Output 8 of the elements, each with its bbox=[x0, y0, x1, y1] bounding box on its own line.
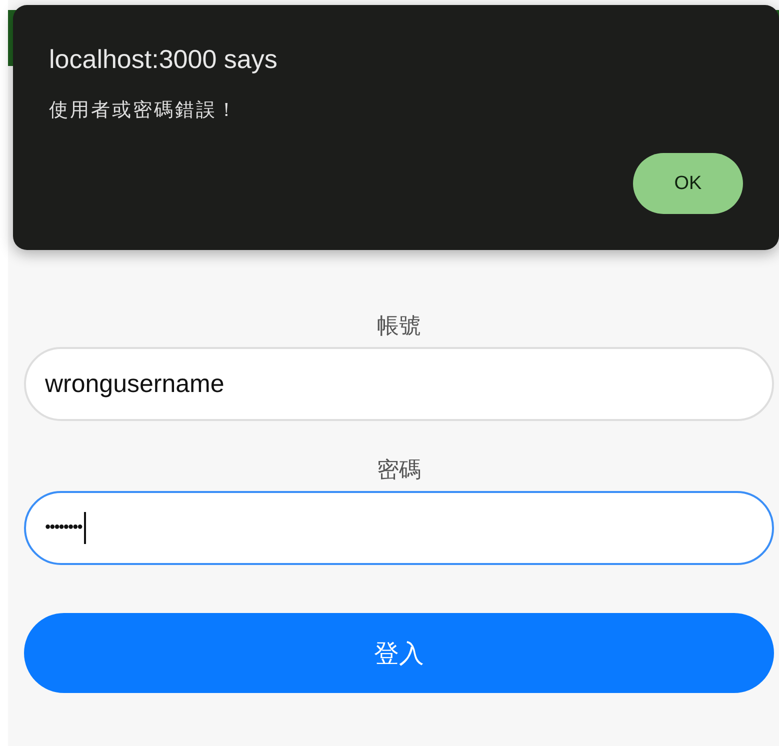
password-field[interactable]: •••••••• bbox=[24, 491, 774, 565]
dialog-title: localhost:3000 says bbox=[49, 45, 278, 73]
field-label: 帳號 bbox=[376, 312, 422, 340]
username-field[interactable]: wrongusername bbox=[24, 347, 774, 421]
ok-button[interactable]: OK bbox=[633, 153, 743, 214]
dialog-message: 使用者或密碼錯誤！ bbox=[49, 99, 239, 123]
login-button[interactable]: 登入 bbox=[24, 613, 774, 693]
field-label: 密碼 bbox=[376, 456, 422, 484]
